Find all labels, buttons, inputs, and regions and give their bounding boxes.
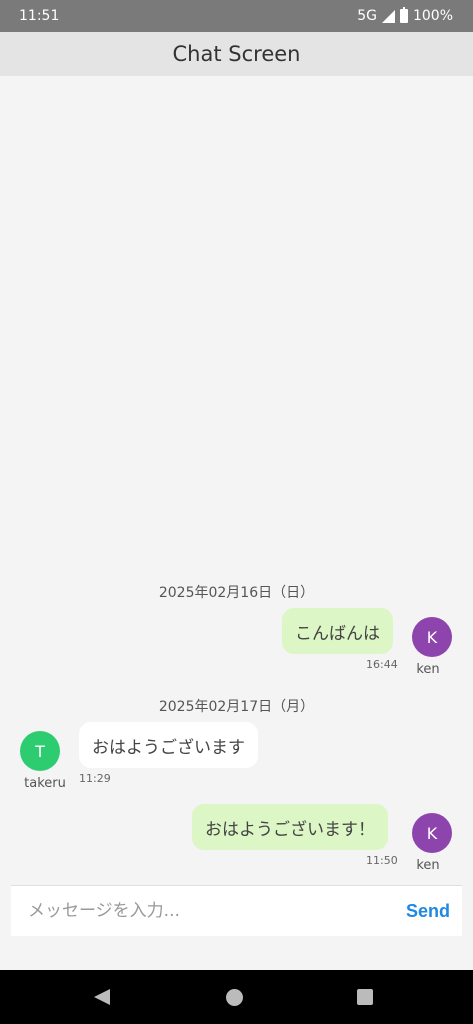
battery-icon xyxy=(399,7,408,23)
date-divider: 2025年02月17日（月） xyxy=(158,699,315,715)
avatar-initial: K xyxy=(426,823,438,843)
sender-name: ken xyxy=(416,662,440,677)
avatar-ken[interactable]: K xyxy=(412,813,452,853)
avatar-initial: T xyxy=(35,741,45,761)
avatar-ken[interactable]: K xyxy=(412,617,452,657)
battery-level: 100% xyxy=(412,8,453,24)
status-time: 11:51 xyxy=(19,8,60,24)
system-nav-bar xyxy=(0,970,473,1024)
date-divider: 2025年02月16日（日） xyxy=(158,585,315,601)
message-bubble-received[interactable]: おはようございます xyxy=(79,722,258,768)
message-input[interactable] xyxy=(28,901,388,921)
sender-name: takeru xyxy=(24,776,66,791)
app-bar: Chat Screen xyxy=(0,32,473,76)
message-composer: Send xyxy=(11,885,462,936)
avatar-initial: K xyxy=(426,627,438,647)
message-time: 11:50 xyxy=(366,854,398,867)
status-bar: 11:51 5G 100% xyxy=(0,0,473,32)
page-title: Chat Screen xyxy=(172,42,301,66)
home-icon[interactable] xyxy=(226,988,243,1006)
avatar-takeru[interactable]: T xyxy=(20,731,60,771)
sender-name: ken xyxy=(416,858,440,873)
network-label: 5G xyxy=(357,8,377,24)
status-indicators: 5G 100% xyxy=(357,7,453,24)
message-bubble-sent[interactable]: こんばんは xyxy=(282,608,393,654)
recents-icon[interactable] xyxy=(357,989,373,1005)
message-time: 11:29 xyxy=(79,772,111,785)
message-time: 16:44 xyxy=(366,658,398,671)
back-icon[interactable] xyxy=(94,989,110,1005)
message-bubble-sent[interactable]: おはようございます！ xyxy=(192,804,388,850)
signal-icon xyxy=(381,9,395,23)
send-button[interactable]: Send xyxy=(406,901,450,922)
chat-messages-area[interactable]: 2025年02月16日（日） こんばんは K ken 16:44 2025年02… xyxy=(0,76,473,884)
